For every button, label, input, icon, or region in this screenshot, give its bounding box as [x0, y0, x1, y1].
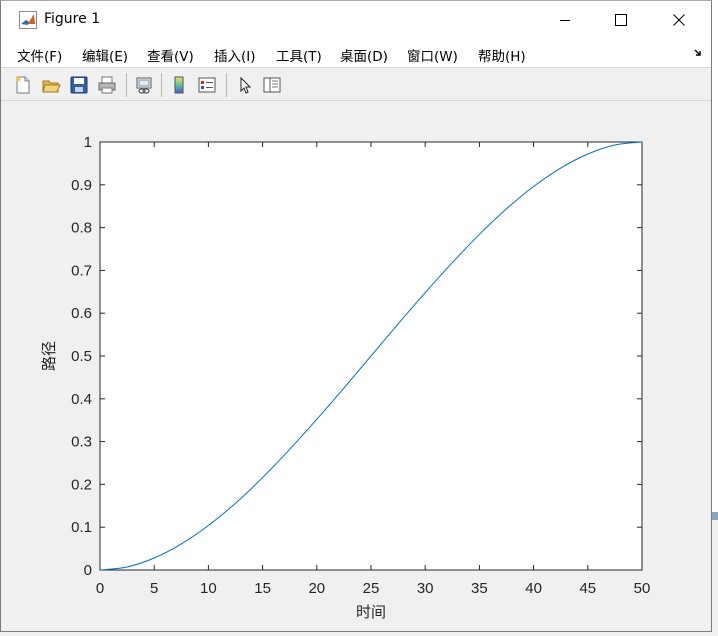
y-tick-label: 0.6 — [71, 305, 92, 322]
save-button[interactable] — [67, 73, 91, 97]
menu-window[interactable]: 窗口(W) — [407, 45, 458, 65]
open-file-icon — [42, 80, 61, 93]
menu-file[interactable]: 文件(F) — [17, 45, 62, 65]
y-tick-label: 0 — [84, 562, 92, 579]
y-tick-label: 1 — [84, 134, 92, 151]
new-figure-icon — [15, 76, 30, 94]
matlab-logo-icon — [19, 11, 37, 29]
pointer-icon — [240, 76, 252, 94]
x-tick-label: 0 — [96, 580, 104, 597]
x-tick-label: 40 — [525, 580, 542, 597]
new-figure-button[interactable] — [11, 73, 35, 97]
figure-window: Figure 1 文件(F) 编辑(E) 查看(V) 插入(I) 工具(T) 桌… — [0, 0, 712, 632]
menu-insert[interactable]: 插入(I) — [214, 45, 256, 65]
link-plot-button[interactable] — [132, 73, 156, 97]
y-tick-label: 0.8 — [71, 220, 92, 237]
x-tick-label: 5 — [150, 580, 158, 597]
x-tick-label: 45 — [579, 580, 596, 597]
property-inspector-button[interactable] — [260, 73, 284, 97]
menu-edit[interactable]: 编辑(E) — [82, 45, 128, 65]
toolbar-separator — [226, 73, 227, 97]
pointer-button[interactable] — [233, 73, 257, 97]
close-button[interactable] — [651, 1, 707, 38]
maximize-icon — [615, 13, 627, 26]
y-tick-label: 0.4 — [71, 391, 92, 408]
toolbar-separator — [126, 73, 127, 97]
maximize-button[interactable] — [593, 1, 649, 38]
toolbar-separator — [161, 73, 162, 97]
y-tick-label: 0.1 — [71, 519, 92, 536]
property-inspector-icon — [263, 77, 281, 93]
x-axis-label: 时间 — [356, 604, 386, 621]
line-chart: 0 5 10 15 20 25 30 35 40 45 50 0 0.1 0.2 0.3 0.4 0.5 0.6 0… — [41, 134, 651, 621]
x-tick-label: 25 — [363, 580, 380, 597]
print-icon — [98, 76, 116, 94]
dock-arrow-icon[interactable] — [693, 48, 703, 61]
minimize-button[interactable] — [537, 1, 593, 38]
menu-desktop[interactable]: 桌面(D) — [340, 45, 388, 65]
y-tick-label: 0.5 — [71, 348, 92, 365]
colorbar-button[interactable] — [167, 73, 191, 97]
legend-icon — [198, 77, 216, 93]
menu-view[interactable]: 查看(V) — [147, 45, 194, 65]
x-tick-label: 35 — [471, 580, 488, 597]
y-tick-label: 0.2 — [71, 476, 92, 493]
y-axis-label: 路径 — [41, 341, 58, 371]
x-tick-label: 15 — [254, 580, 271, 597]
save-icon — [70, 76, 88, 94]
x-tick-label: 20 — [308, 580, 325, 597]
figure-canvas[interactable]: 0 5 10 15 20 25 30 35 40 45 50 0 0.1 0.2 0.3 0.4 0.5 0.6 0… — [9, 102, 711, 628]
link-plot-icon — [136, 77, 152, 94]
toolbar — [1, 69, 711, 101]
colorbar-icon — [174, 76, 184, 94]
x-tick-label: 30 — [417, 580, 434, 597]
print-button[interactable] — [95, 73, 119, 97]
menu-tools[interactable]: 工具(T) — [276, 45, 322, 65]
open-file-button[interactable] — [39, 73, 63, 97]
title-bar[interactable]: Figure 1 — [1, 1, 711, 38]
y-tick-label: 0.9 — [71, 177, 92, 194]
menu-help[interactable]: 帮助(H) — [478, 45, 526, 65]
y-tick-label: 0.3 — [71, 434, 92, 451]
window-title: Figure 1 — [44, 11, 101, 27]
y-tick-label: 0.7 — [71, 262, 92, 279]
legend-button[interactable] — [195, 73, 219, 97]
x-tick-label: 50 — [634, 580, 651, 597]
x-tick-label: 10 — [200, 580, 217, 597]
close-icon — [673, 13, 685, 26]
minimize-icon — [560, 19, 570, 21]
menu-bar: 文件(F) 编辑(E) 查看(V) 插入(I) 工具(T) 桌面(D) 窗口(W… — [1, 38, 711, 68]
